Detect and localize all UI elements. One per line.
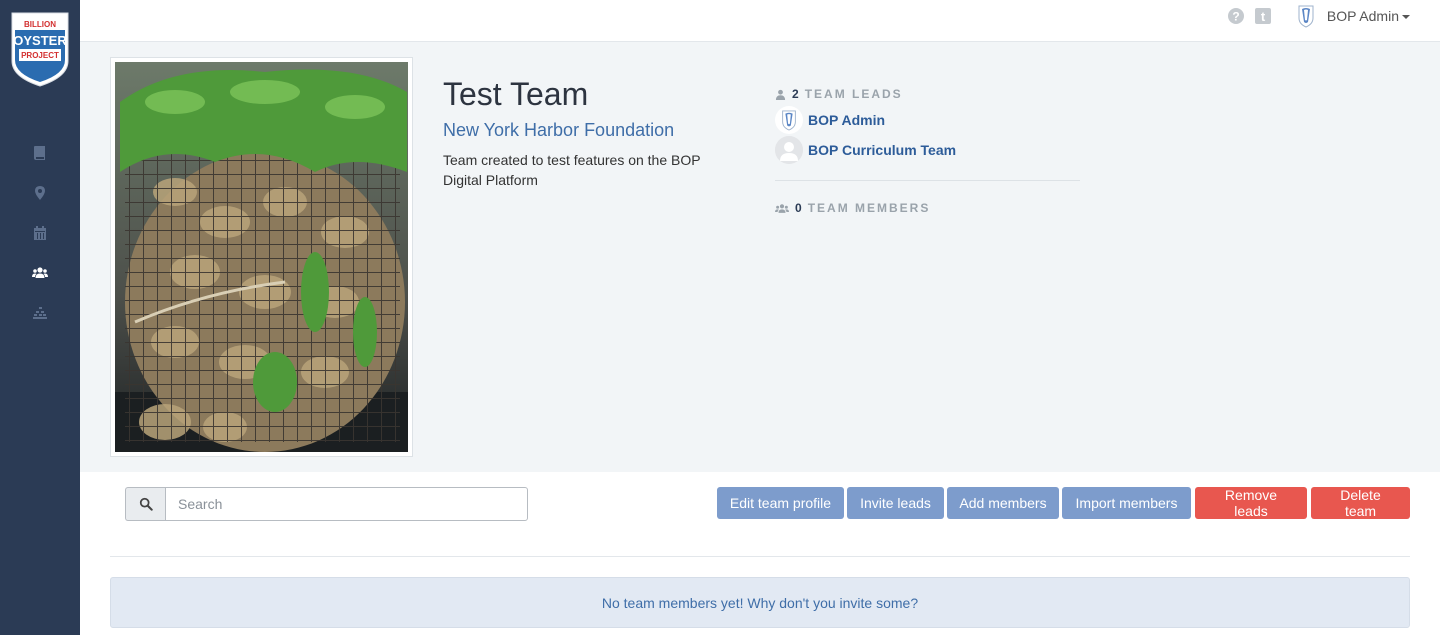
question-circle-icon[interactable]: ? — [1227, 7, 1245, 25]
sidebar-item-data[interactable] — [31, 304, 49, 322]
team-description: Team created to test features on the BOP… — [443, 152, 701, 188]
empty-members-alert: No team members yet! Why don't you invit… — [110, 577, 1410, 628]
team-lead-name: BOP Curriculum Team — [808, 142, 957, 158]
team-leads-count: 2 — [792, 87, 799, 101]
avatar — [775, 106, 803, 134]
sidebar-item-resources[interactable] — [31, 144, 49, 162]
team-photo — [110, 57, 413, 457]
users-icon — [775, 203, 789, 213]
delete-team-button[interactable]: Delete team — [1311, 487, 1410, 519]
logo-line3: PROJECT — [21, 51, 59, 60]
user-avatar — [1295, 4, 1317, 28]
chart-icon — [33, 307, 47, 319]
sidebar-item-teams[interactable] — [31, 264, 49, 282]
divider — [775, 180, 1080, 181]
user-menu[interactable]: BOP Admin — [1295, 4, 1410, 28]
invite-leads-button[interactable]: Invite leads — [847, 487, 944, 519]
sidebar-item-events[interactable] — [31, 224, 49, 242]
chevron-down-icon — [1402, 15, 1410, 19]
avatar — [775, 136, 803, 164]
team-members-count: 0 — [795, 201, 802, 215]
add-members-button[interactable]: Add members — [947, 487, 1059, 519]
map-marker-icon — [35, 186, 45, 200]
team-leads-header: 2 TEAM LEADS — [775, 87, 903, 101]
user-icon — [775, 89, 786, 100]
logo-line1: BILLION — [24, 20, 56, 29]
book-icon — [34, 146, 45, 160]
team-lead-name: BOP Admin — [808, 112, 886, 128]
team-title: Test Team — [443, 76, 589, 112]
team-profile-header: Test Team New York Harbor Foundation Tea… — [80, 42, 1440, 472]
top-bar: ? t BOP Admin — [80, 0, 1440, 42]
logo-line2: OYSTER — [13, 33, 67, 48]
svg-text:?: ? — [1232, 10, 1239, 24]
tumblr-icon[interactable]: t — [1254, 7, 1272, 25]
calendar-icon — [34, 226, 46, 240]
user-name: BOP Admin — [1326, 8, 1399, 24]
search-input[interactable] — [165, 487, 528, 521]
sidebar-item-sites[interactable] — [31, 184, 49, 202]
team-members-header: 0 TEAM MEMBERS — [775, 201, 930, 215]
team-lead-item[interactable]: BOP Admin — [775, 106, 885, 134]
empty-members-message: No team members yet! Why don't you invit… — [601, 594, 919, 611]
edit-team-profile-button[interactable]: Edit team profile — [717, 487, 844, 519]
search-icon — [139, 497, 153, 511]
billion-oyster-project-logo[interactable]: BILLION OYSTER PROJECT — [10, 11, 70, 88]
divider — [110, 556, 1410, 557]
sidebar: BILLION OYSTER PROJECT — [0, 0, 80, 635]
oyster-cage-photo — [115, 62, 408, 452]
team-lead-item[interactable]: BOP Curriculum Team — [775, 136, 956, 164]
team-leads-label: TEAM LEADS — [804, 87, 903, 101]
remove-leads-button[interactable]: Remove leads — [1195, 487, 1307, 519]
users-icon — [32, 267, 48, 278]
search-button[interactable] — [125, 487, 165, 521]
svg-text:t: t — [1261, 9, 1266, 24]
import-members-button[interactable]: Import members — [1062, 487, 1191, 519]
team-members-label: TEAM MEMBERS — [807, 201, 931, 215]
team-organization-link[interactable]: New York Harbor Foundation — [443, 120, 674, 141]
member-search — [125, 487, 528, 521]
